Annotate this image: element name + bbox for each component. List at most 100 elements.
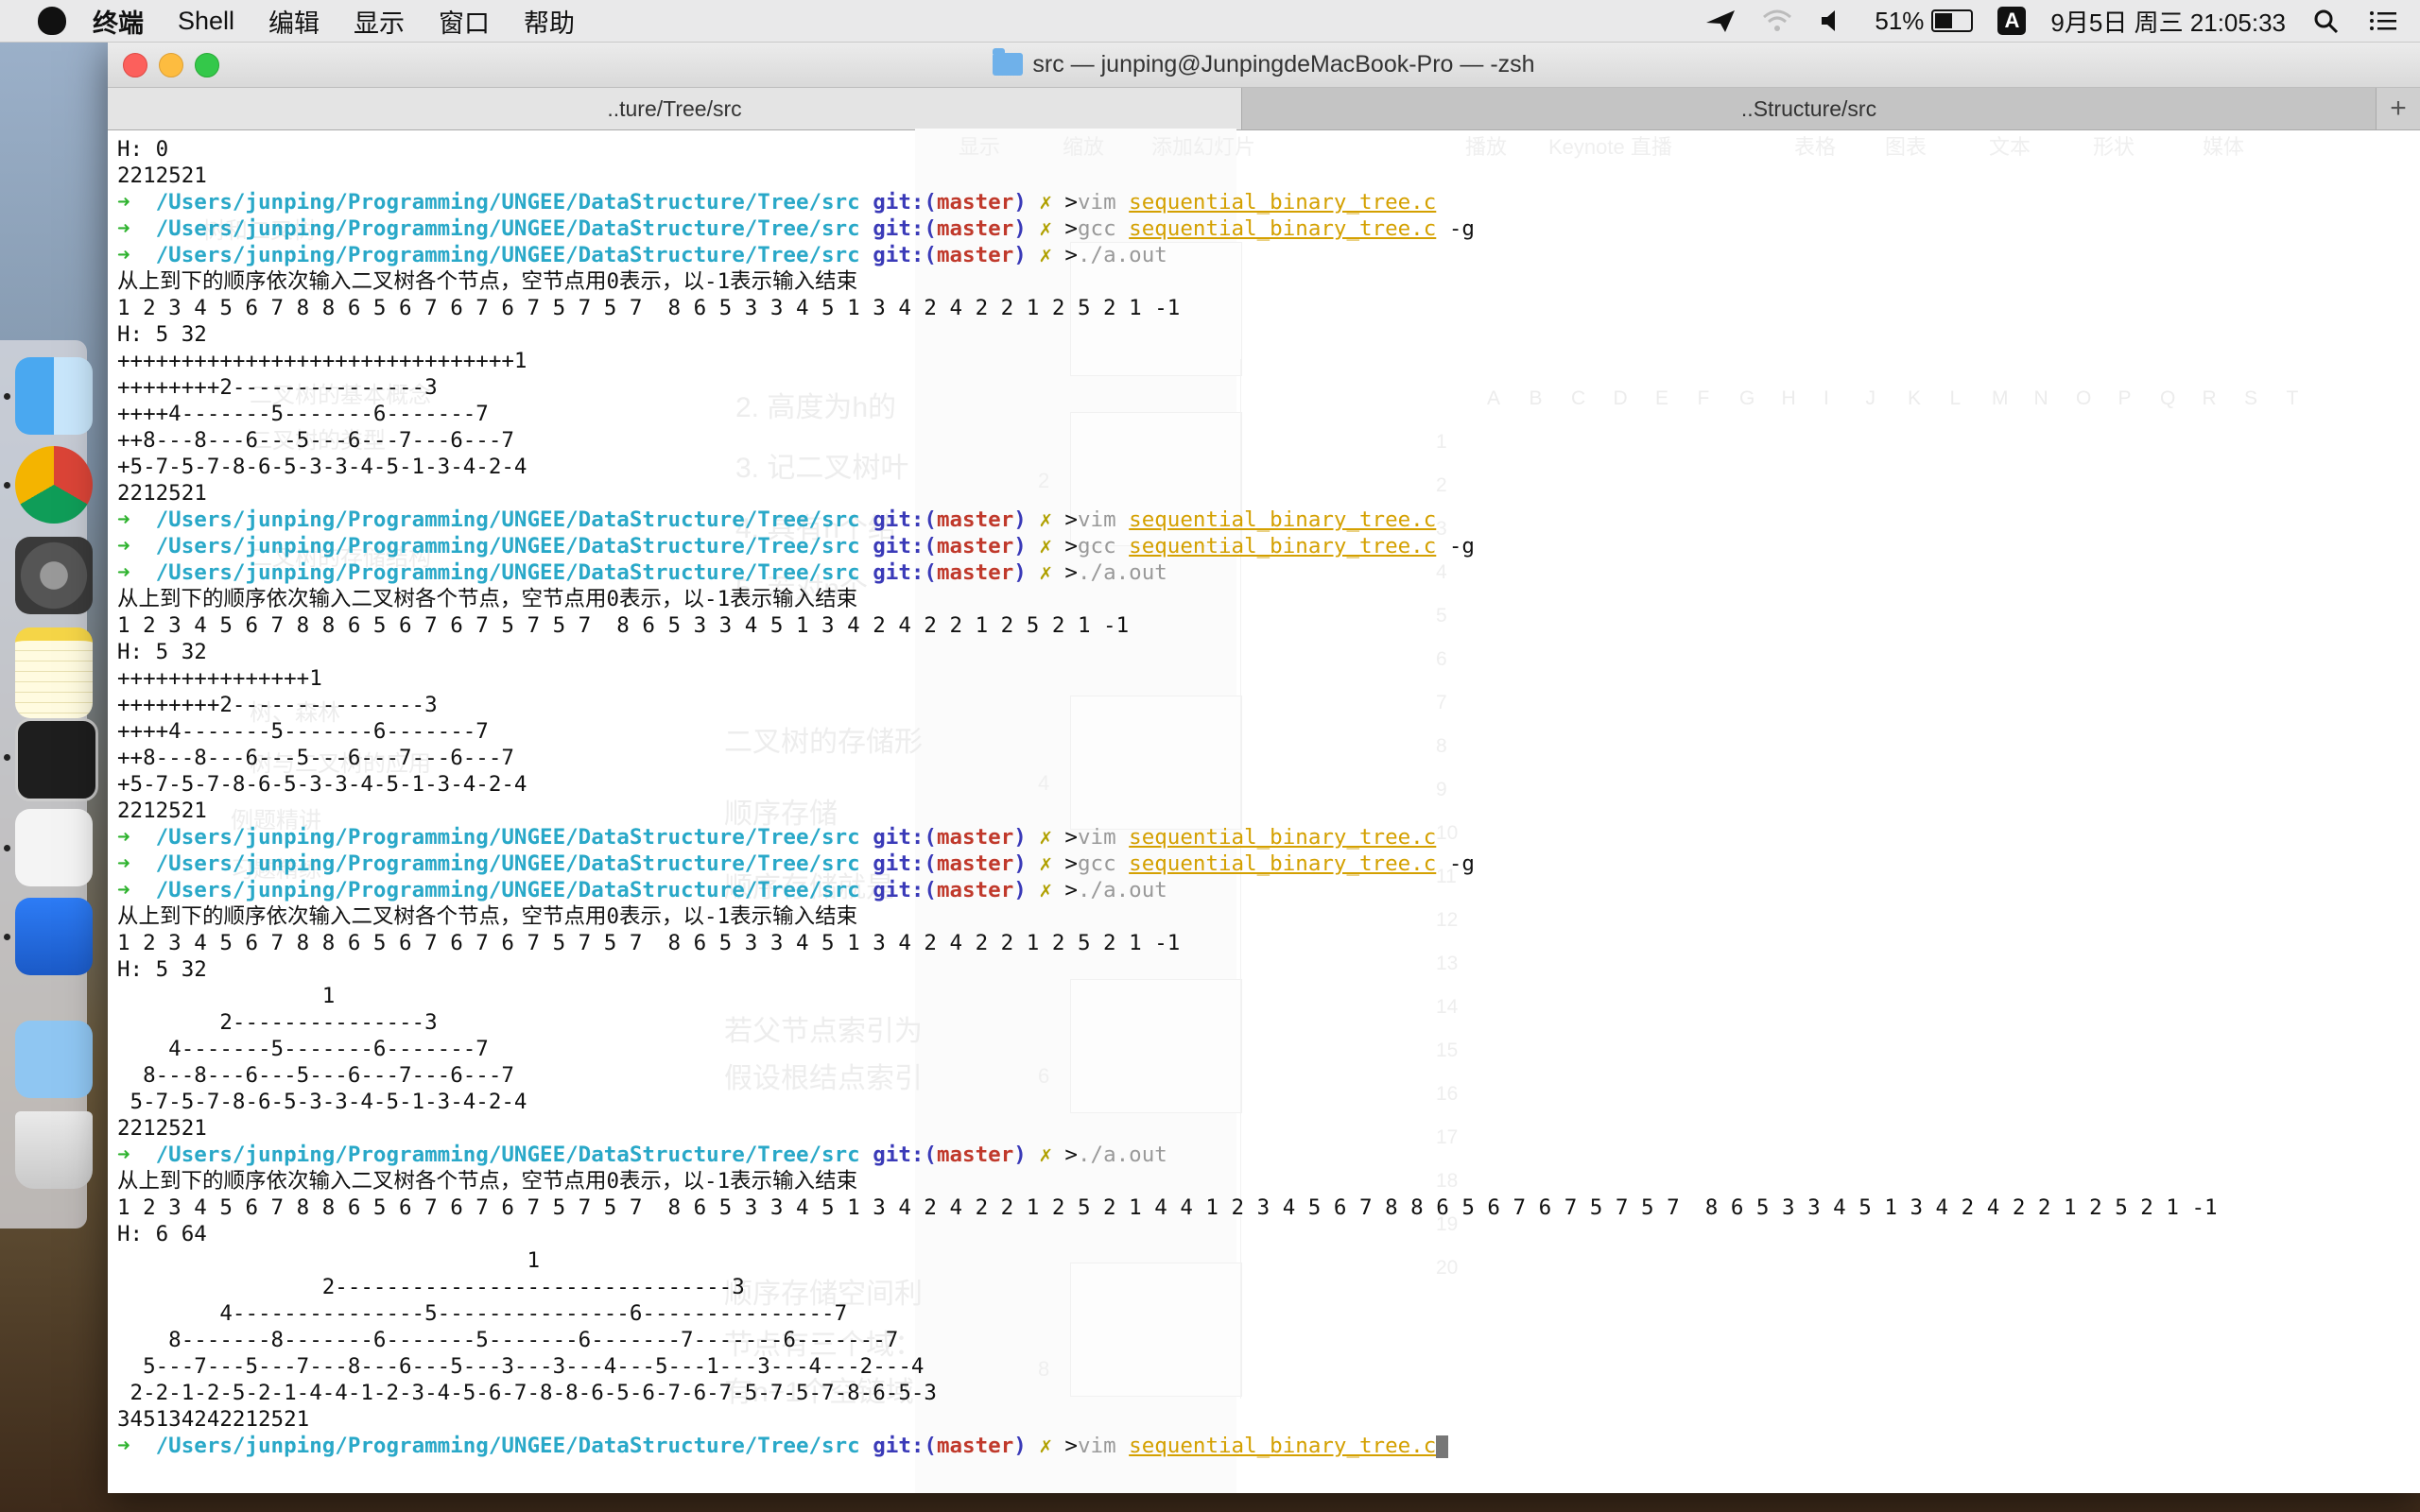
title-bar[interactable]: src — junping@JunpingdeMacBook-Pro — -zs… <box>108 42 2420 88</box>
tab-tree-src[interactable]: ..ture/Tree/src <box>108 88 1242 129</box>
notification-center-icon[interactable] <box>2367 8 2399 34</box>
prompt-line: ➜ /Users/junping/Programming/UNGEE/DataS… <box>117 824 2218 850</box>
git-label: git:( <box>873 878 937 902</box>
git-branch: master <box>936 243 1014 267</box>
dirty-mark: ✗ <box>1039 878 1052 902</box>
close-button[interactable] <box>123 53 147 77</box>
git-close: ) <box>1013 190 1027 215</box>
spotlight-search-icon[interactable] <box>2310 8 2342 34</box>
system-preferences-icon[interactable] <box>15 537 93 614</box>
battery-indicator[interactable]: 51% <box>1875 7 1974 36</box>
dirty-mark: ✗ <box>1039 216 1052 241</box>
command-argument: sequential_binary_tree.c <box>1129 1434 1437 1458</box>
git-label: git:( <box>873 190 937 215</box>
prompt-line: ➜ /Users/junping/Programming/UNGEE/DataS… <box>117 242 2218 268</box>
menu-app-name[interactable]: 终端 <box>93 3 144 40</box>
menu-window[interactable]: 窗口 <box>439 3 490 40</box>
menu-edit[interactable]: 编辑 <box>268 3 320 40</box>
menu-view[interactable]: 显示 <box>354 3 405 40</box>
git-close: ) <box>1013 534 1027 558</box>
dirty-mark: ✗ <box>1039 534 1052 558</box>
command-name: ./a.out <box>1077 243 1167 267</box>
window-title: src — junping@JunpingdeMacBook-Pro — -zs… <box>1032 50 1535 77</box>
terminal-icon[interactable] <box>15 718 98 801</box>
output-line: ++8---8---6---5---6---7---6---7 <box>117 746 514 770</box>
input-method-badge[interactable]: A <box>1997 7 2027 35</box>
prompt-gt: > <box>1051 560 1078 585</box>
dirty-mark: ✗ <box>1039 243 1052 267</box>
git-label: git:( <box>873 851 937 876</box>
minimize-button[interactable] <box>159 53 183 77</box>
wifi-icon[interactable] <box>1761 8 1793 34</box>
keynote-icon[interactable] <box>15 898 93 975</box>
menu-shell[interactable]: Shell <box>178 7 234 36</box>
output-line: 2212521 <box>117 163 207 188</box>
notes-icon[interactable] <box>15 627 93 718</box>
prompt-line: ➜ /Users/junping/Programming/UNGEE/DataS… <box>117 507 2218 533</box>
output-line: ++++++++2---------------3 <box>117 375 438 400</box>
volume-icon[interactable] <box>1818 8 1850 34</box>
prompt-gt: > <box>1051 878 1078 902</box>
airdrop-send-icon[interactable] <box>1704 8 1737 34</box>
chrome-icon[interactable] <box>15 446 93 524</box>
command-name: ./a.out <box>1077 1143 1167 1167</box>
output-line: 8---8---6---5---6---7---6---7 <box>117 1063 514 1088</box>
prompt-path: /Users/junping/Programming/UNGEE/DataStr… <box>155 190 860 215</box>
command-argument: sequential_binary_tree.c <box>1129 507 1437 532</box>
finder-icon[interactable] <box>15 357 93 435</box>
clock[interactable]: 9月5日 周三 21:05:33 <box>2050 4 2286 39</box>
terminal-output[interactable]: H: 0 2212521 ➜ /Users/junping/Programming/… <box>117 136 2218 1459</box>
typora-icon[interactable] <box>15 809 93 886</box>
git-label: git:( <box>873 216 937 241</box>
trash-icon[interactable] <box>15 1111 93 1189</box>
prompt-line: ➜ /Users/junping/Programming/UNGEE/DataS… <box>117 215 2218 242</box>
output-line: 4---------------5---------------6-------… <box>117 1301 848 1326</box>
output-line: 从上到下的顺序依次输入二叉树各个节点，空节点用0表示，以-1表示输入结束 <box>117 587 858 611</box>
prompt-line: ➜ /Users/junping/Programming/UNGEE/DataS… <box>117 1142 2218 1168</box>
menu-help[interactable]: 帮助 <box>524 3 575 40</box>
output-line: 2---------------3 <box>117 1010 438 1035</box>
git-close: ) <box>1013 560 1027 585</box>
prompt-arrow-icon: ➜ <box>117 560 156 585</box>
running-indicator <box>4 482 10 489</box>
output-line: 1 2 3 4 5 6 7 8 8 6 5 6 7 6 7 6 7 5 7 5 … <box>117 1195 2218 1220</box>
command-name: vim <box>1077 190 1116 215</box>
prompt-line: ➜ /Users/junping/Programming/UNGEE/DataS… <box>117 877 2218 903</box>
prompt-line: ➜ /Users/junping/Programming/UNGEE/DataS… <box>117 533 2218 559</box>
tab-structure-src[interactable]: ..Structure/src <box>1242 88 2377 129</box>
command-name: ./a.out <box>1077 878 1167 902</box>
running-indicator <box>4 845 10 851</box>
command-argument: sequential_binary_tree.c <box>1129 825 1437 850</box>
text-cursor <box>1436 1435 1449 1458</box>
command-name: vim <box>1077 507 1116 532</box>
prompt-gt: > <box>1051 507 1078 532</box>
zoom-button[interactable] <box>195 53 219 77</box>
downloads-folder-icon[interactable] <box>15 1021 93 1098</box>
git-branch: master <box>936 851 1014 876</box>
apple-icon[interactable] <box>38 7 66 35</box>
git-close: ) <box>1013 1434 1027 1458</box>
prompt-path: /Users/junping/Programming/UNGEE/DataStr… <box>155 851 860 876</box>
output-line: 5-7-5-7-8-6-5-3-3-4-5-1-3-4-2-4 <box>117 1090 527 1114</box>
new-tab-button[interactable]: + <box>2377 88 2420 129</box>
dirty-mark: ✗ <box>1039 560 1052 585</box>
ghost-column-header: S <box>2244 387 2258 409</box>
output-line: 4-------5-------6-------7 <box>117 1037 489 1061</box>
prompt-path: /Users/junping/Programming/UNGEE/DataStr… <box>155 534 860 558</box>
command-flag: -g <box>1436 534 1475 558</box>
dirty-mark: ✗ <box>1039 507 1052 532</box>
prompt-gt: > <box>1051 534 1078 558</box>
output-line: 从上到下的顺序依次输入二叉树各个节点，空节点用0表示，以-1表示输入结束 <box>117 269 858 294</box>
output-line: H: 6 64 <box>117 1222 207 1246</box>
output-line: ++++++++2---------------3 <box>117 693 438 717</box>
